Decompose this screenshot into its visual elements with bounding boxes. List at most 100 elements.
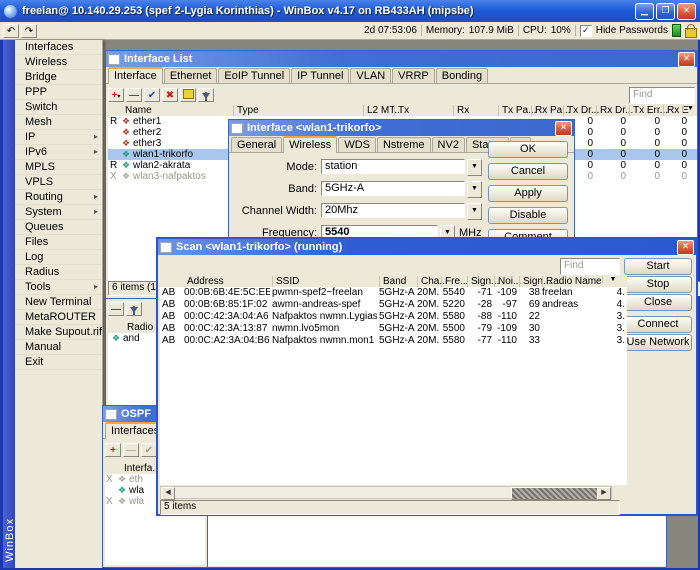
add-button[interactable]: +▾ xyxy=(108,88,124,102)
sidebar-item-files[interactable]: Files xyxy=(15,235,102,250)
dropdown-arrow-icon[interactable]: ▼ xyxy=(467,203,482,220)
sidebar-item-ppp[interactable]: PPP xyxy=(15,85,102,100)
close-button[interactable]: Close xyxy=(624,294,692,311)
mode-input[interactable]: station xyxy=(321,159,465,174)
ospf-remove-button[interactable]: — xyxy=(123,443,139,457)
column-header-tx-dr[interactable]: Tx Dr... xyxy=(563,105,597,116)
maximize-button[interactable]: ❐ xyxy=(656,3,675,20)
sidebar-item-interfaces[interactable]: Interfaces xyxy=(15,40,102,55)
scan-row-2[interactable]: AB00:0C:42:3A:04:A6Nafpaktos nwmn.Lygias… xyxy=(160,311,627,322)
tables-radio-column[interactable]: Radio xyxy=(124,322,153,333)
sidebar-item-system[interactable]: System▸ xyxy=(15,205,102,220)
sidebar-item-bridge[interactable]: Bridge xyxy=(15,70,102,85)
column-header-sign-7[interactable]: Sign... xyxy=(519,276,544,287)
sort-arrow-icon[interactable]: ▼ xyxy=(602,276,620,283)
column-header-fre-4[interactable]: Fre... xyxy=(441,276,469,287)
sidebar-item-radius[interactable]: Radius xyxy=(15,265,102,280)
tab-eoip-tunnel[interactable]: EoIP Tunnel xyxy=(218,68,290,83)
interface-list-titlebar[interactable]: Interface List ✕ xyxy=(106,51,697,67)
tab-nstreme[interactable]: Nstreme xyxy=(377,137,431,152)
sidebar-item-new-terminal[interactable]: New Terminal xyxy=(15,295,102,310)
sidebar-item-queues[interactable]: Queues xyxy=(15,220,102,235)
tab-ip-tunnel[interactable]: IP Tunnel xyxy=(291,68,349,83)
enable-button[interactable]: ✔ xyxy=(144,88,160,102)
sidebar-item-ip[interactable]: IP▸ xyxy=(15,130,102,145)
start-button[interactable]: Start xyxy=(624,258,692,275)
wireless-dialog-close-icon[interactable]: ✕ xyxy=(555,121,572,136)
interface-list-close-icon[interactable]: ✕ xyxy=(678,52,695,67)
ok-button[interactable]: OK xyxy=(488,141,568,158)
column-header-l2-mt[interactable]: L2 MT... xyxy=(363,105,397,116)
find-input[interactable]: Find xyxy=(629,87,695,104)
column-header-tx[interactable]: Tx xyxy=(394,105,454,116)
channel-width-input[interactable]: 20Mhz xyxy=(321,203,465,218)
sidebar-item-make-supout-rif[interactable]: Make Supout.rif xyxy=(15,325,102,340)
sidebar-item-wireless[interactable]: Wireless xyxy=(15,55,102,70)
sidebar-item-tools[interactable]: Tools▸ xyxy=(15,280,102,295)
tab-bonding[interactable]: Bonding xyxy=(436,68,488,83)
scan-find-input[interactable]: Find xyxy=(560,258,620,275)
scan-row-0[interactable]: AB00:0B:6B:4E:5C:EEpwmn-spef2~freelan5GH… xyxy=(160,287,627,298)
sort-arrow-icon[interactable]: ▼ xyxy=(683,105,694,112)
stop-button[interactable]: Stop xyxy=(624,276,692,293)
sidebar-item-manual[interactable]: Manual xyxy=(15,340,102,355)
scan-titlebar[interactable]: Scan <wlan1-trikorfo> (running) ✕ xyxy=(158,239,696,255)
sidebar-item-routing[interactable]: Routing▸ xyxy=(15,190,102,205)
band-input[interactable]: 5GHz-A xyxy=(321,181,465,196)
sidebar-item-metarouter[interactable]: MetaROUTER xyxy=(15,310,102,325)
column-header-tx-err[interactable]: Tx Err... xyxy=(629,105,664,116)
close-button[interactable]: ✕ xyxy=(677,3,696,20)
scroll-thumb[interactable] xyxy=(511,487,599,500)
disable-button[interactable]: ✖ xyxy=(162,88,178,102)
scan-row-3[interactable]: AB00:0C:42:3A:13:87nwmn.lvo5mon5GHz-A20M… xyxy=(160,323,627,334)
wireless-dialog-titlebar[interactable]: Interface <wlan1-trikorfo> ✕ xyxy=(229,120,574,136)
apply-button[interactable]: Apply xyxy=(488,185,568,202)
undo-button[interactable]: ↶ xyxy=(3,24,19,38)
scan-row-1[interactable]: AB00:0B:6B:85:1F:02awmn-andreas-spef5GHz… xyxy=(160,299,627,310)
sidebar-item-switch[interactable]: Switch xyxy=(15,100,102,115)
hide-passwords-label[interactable]: Hide Passwords xyxy=(596,25,668,36)
sidebar-item-exit[interactable]: Exit xyxy=(15,355,102,370)
remove-button[interactable]: — xyxy=(126,88,142,102)
ospf-add-button[interactable]: + xyxy=(105,443,121,457)
scroll-left-arrow[interactable]: ◀ xyxy=(161,487,175,500)
column-header-ssid-1[interactable]: SSID xyxy=(272,276,381,287)
column-header-radio-name-8[interactable]: Radio Name xyxy=(542,276,602,287)
connect-button[interactable]: Connect xyxy=(624,316,692,333)
sidebar-item-ipv6[interactable]: IPv6▸ xyxy=(15,145,102,160)
scan-row-4[interactable]: AB00:0C:A2:3A:04:B6Nafpaktos nwmn.mon15G… xyxy=(160,335,627,346)
dropdown-arrow-icon[interactable]: ▼ xyxy=(467,159,482,176)
column-header-noi-6[interactable]: Noi... xyxy=(494,276,521,287)
scroll-right-arrow[interactable]: ▶ xyxy=(597,487,611,500)
sidebar-item-mpls[interactable]: MPLS xyxy=(15,160,102,175)
column-header-address-0[interactable]: Address xyxy=(184,276,273,287)
tables-remove-button[interactable]: — xyxy=(108,302,124,316)
ospf-interface-column[interactable]: Interfa... xyxy=(121,463,161,474)
column-header-tx-pa[interactable]: Tx Pa... xyxy=(498,105,532,116)
filter-button[interactable] xyxy=(198,88,214,102)
cancel-button[interactable]: Cancel xyxy=(488,163,568,180)
column-header-rx[interactable]: Rx xyxy=(453,105,501,116)
tab-vlan[interactable]: VLAN xyxy=(350,68,391,83)
comment-button[interactable] xyxy=(180,88,196,102)
scan-hscrollbar[interactable]: ◀ ▶ xyxy=(160,486,612,499)
tab-wds[interactable]: WDS xyxy=(338,137,376,152)
use-network-button[interactable]: Use Network xyxy=(624,334,692,351)
sidebar-item-mesh[interactable]: Mesh xyxy=(15,115,102,130)
column-header-sign-5[interactable]: Sign... xyxy=(467,276,496,287)
minimize-button[interactable]: ▁ xyxy=(635,3,654,20)
dropdown-arrow-icon[interactable]: ▼ xyxy=(467,181,482,198)
tab-wireless[interactable]: Wireless xyxy=(283,136,337,153)
tab-ethernet[interactable]: Ethernet xyxy=(164,68,218,83)
ospf-enable-button[interactable]: ✔ xyxy=(141,443,157,457)
column-header-band-2[interactable]: Band xyxy=(379,276,419,287)
column-header-rx-pa[interactable]: Rx Pa... xyxy=(531,105,564,116)
column-header-type[interactable]: Type xyxy=(233,105,364,116)
redo-button[interactable]: ↷ xyxy=(21,24,37,38)
sidebar-item-vpls[interactable]: VPLS xyxy=(15,175,102,190)
sidebar-item-log[interactable]: Log xyxy=(15,250,102,265)
disable-button[interactable]: Disable xyxy=(488,207,568,224)
tables-filter-button[interactable] xyxy=(126,302,142,316)
scan-close-icon[interactable]: ✕ xyxy=(677,240,694,255)
tab-general[interactable]: General xyxy=(231,137,282,152)
